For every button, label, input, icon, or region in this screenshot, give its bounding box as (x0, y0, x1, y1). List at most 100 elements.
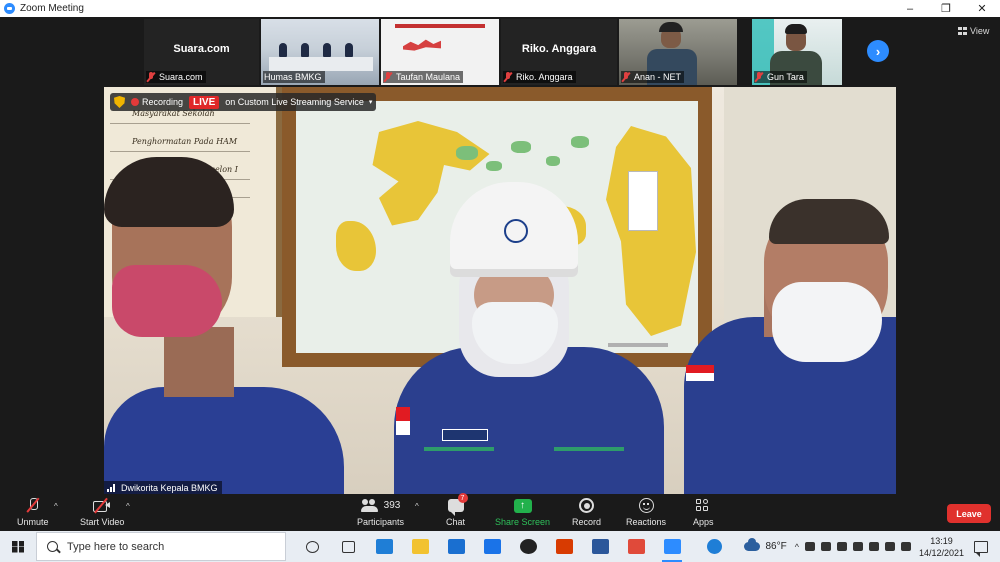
reactions-smiley-icon (638, 498, 654, 513)
close-button[interactable]: ✕ (964, 0, 1000, 17)
chat-button[interactable]: 7 Chat (446, 493, 468, 527)
participant-footer: Taufan Maulana (383, 71, 464, 83)
participant-display-name: Riko. Anggara (521, 43, 597, 55)
record-button[interactable]: Record (572, 497, 601, 527)
window-title: Zoom Meeting (20, 3, 84, 14)
participant-name: Taufan Maulana (396, 72, 461, 82)
participant-name: Suara.com (159, 72, 203, 82)
participant-name: Anan - NET (634, 72, 682, 82)
tray-icons: ^ (795, 542, 911, 552)
windows-taskbar: Type here to search 86°F ^ 13:19 14/12/2… (0, 531, 1000, 562)
pinned-apps (294, 531, 690, 562)
widgets-app-button[interactable] (330, 531, 366, 562)
taskbar-clock[interactable]: 13:19 14/12/2021 (919, 535, 964, 559)
search-placeholder: Type here to search (67, 540, 165, 553)
network-icon[interactable] (884, 542, 895, 551)
connection-signal-icon (107, 483, 117, 492)
file-explorer-app-button[interactable] (402, 531, 438, 562)
participant-tile-gun[interactable]: Gun Tara (752, 19, 842, 85)
usb-icon[interactable] (820, 542, 831, 551)
recording-dot-icon (131, 98, 139, 106)
leave-button[interactable]: Leave (947, 504, 991, 523)
chat-label: Chat (446, 517, 466, 527)
chrome-app-button[interactable] (618, 531, 654, 562)
participant-tile-anan[interactable]: Anan - NET (619, 19, 737, 85)
mic-tray-icon[interactable] (836, 542, 847, 551)
mail-app-button[interactable] (438, 531, 474, 562)
window-controls: – ❐ ✕ (892, 0, 1000, 17)
audio-options-caret-icon[interactable]: ^ (54, 502, 58, 511)
view-label: View (970, 26, 990, 36)
volume-icon[interactable] (900, 542, 911, 551)
dropbox-app-button[interactable] (474, 531, 510, 562)
participants-options-caret-icon[interactable]: ^ (415, 502, 419, 511)
minimize-button[interactable]: – (892, 0, 928, 17)
github-app-button[interactable] (510, 531, 546, 562)
video-options-caret-icon[interactable]: ^ (126, 502, 130, 511)
participant-name: Riko. Anggara (516, 72, 573, 82)
start-button[interactable] (0, 531, 36, 562)
participant-name: Gun Tara (767, 72, 804, 82)
active-speaker-label: Dwikorita Kepala BMKG (104, 481, 222, 494)
notifications-icon[interactable] (974, 540, 988, 557)
live-stream-service-text: on Custom Live Streaming Service (225, 97, 364, 107)
unmute-label: Unmute (17, 517, 49, 527)
grid-view-icon (958, 27, 967, 35)
mail-icon (447, 539, 465, 554)
participant-tile-suara[interactable]: Suara.com Suara.com (144, 19, 259, 85)
word-icon (591, 539, 609, 554)
participant-tile-riko[interactable]: Riko. Anggara Riko. Anggara (501, 19, 617, 85)
task-view-app-button[interactable] (294, 531, 330, 562)
participant-footer: Anan - NET (621, 71, 685, 83)
dropbox-icon (483, 539, 501, 554)
widgets-icon (341, 540, 355, 553)
cloud-icon[interactable] (804, 542, 815, 551)
muted-mic-icon (504, 72, 512, 82)
participant-name: Humas BMKG (264, 72, 322, 82)
display-icon[interactable] (852, 542, 863, 551)
chat-unread-badge: 7 (457, 493, 468, 503)
battery-icon[interactable] (868, 542, 879, 551)
participant-tile-taufan[interactable]: Taufan Maulana (381, 19, 499, 85)
share-screen-button[interactable]: ↑ Share Screen (495, 497, 550, 527)
tray-overflow-chevron-icon[interactable]: ^ (795, 542, 799, 552)
word-app-button[interactable] (582, 531, 618, 562)
clock-time: 13:19 (930, 535, 953, 546)
speaker-name: Dwikorita Kepala BMKG (121, 482, 218, 493)
office-app-button[interactable] (546, 531, 582, 562)
weather-widget[interactable]: 86°F (744, 538, 787, 552)
security-shield-icon (114, 96, 125, 108)
recording-status-bar[interactable]: Recording LIVE on Custom Live Streaming … (110, 93, 377, 111)
view-button[interactable]: View (958, 26, 989, 36)
edge-app-button[interactable] (366, 531, 402, 562)
participant-footer: Humas BMKG (263, 71, 325, 83)
zoom-app-button[interactable] (654, 531, 690, 562)
participant-footer: Gun Tara (754, 71, 807, 83)
zoom-app-icon (4, 3, 15, 14)
temperature: 86°F (765, 541, 787, 552)
muted-mic-icon (622, 72, 630, 82)
main-speaker-video: Masyarakat Sekolah Penghormatan Pada HAM… (104, 87, 896, 494)
muted-mic-icon (147, 72, 155, 82)
reactions-button[interactable]: Reactions (626, 497, 666, 527)
participants-button[interactable]: 393 Participants (357, 497, 404, 527)
restore-button[interactable]: ❐ (928, 0, 964, 17)
rain-cloud-icon (744, 538, 761, 551)
chrome-icon (627, 539, 645, 554)
recording-status-text: Recording (142, 97, 184, 107)
next-page-arrow-icon[interactable]: › (867, 40, 889, 62)
apps-label: Apps (693, 517, 714, 527)
help-app-button[interactable] (696, 531, 732, 562)
taskbar-search-box[interactable]: Type here to search (36, 532, 286, 561)
stream-menu-caret-icon[interactable]: ▾ (369, 98, 373, 106)
zoom-icon (663, 539, 681, 554)
start-video-button[interactable]: Start Video (80, 497, 124, 527)
apps-button[interactable]: Apps (693, 497, 714, 527)
video-off-icon (93, 499, 111, 512)
unmute-button[interactable]: Unmute (17, 497, 49, 527)
title-bar: Zoom Meeting – ❐ ✕ (0, 0, 1000, 17)
file-explorer-icon (411, 539, 429, 554)
participant-display-name: Suara.com (173, 43, 230, 55)
system-tray: 86°F ^ 13:19 14/12/2021 (744, 531, 1000, 562)
participant-tile-humas[interactable]: Humas BMKG (261, 19, 379, 85)
